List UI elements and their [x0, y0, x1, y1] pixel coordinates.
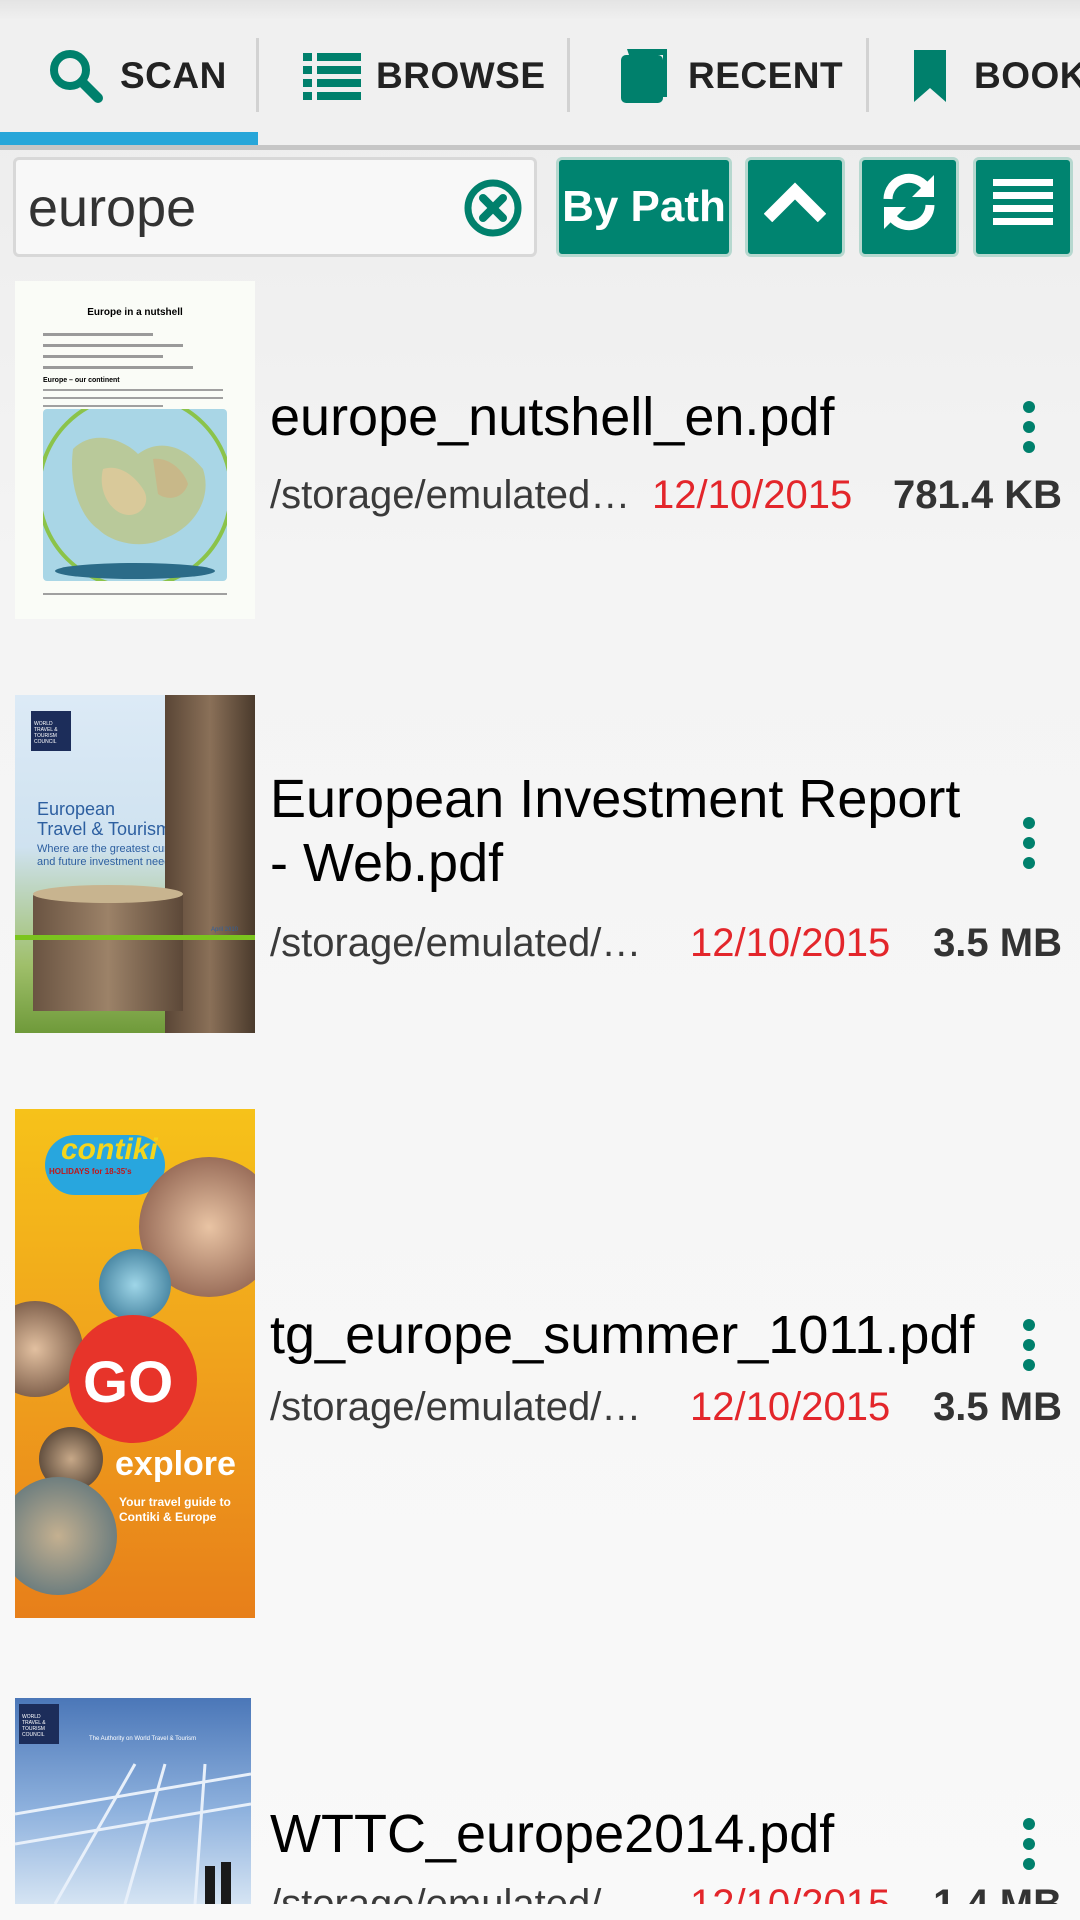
- overflow-menu-icon[interactable]: [1012, 813, 1046, 873]
- thumbnail-text: The Authority on World Travel & Tourism: [89, 1736, 197, 1742]
- list-item[interactable]: WORLD TRAVEL & TOURISM COUNCIL The Autho…: [0, 1698, 1080, 1904]
- sort-by-path-button[interactable]: By Path: [556, 157, 732, 257]
- file-date: 12/10/2015: [652, 473, 853, 517]
- list-menu-icon: [993, 177, 1053, 238]
- thumbnail-text: explore: [115, 1445, 236, 1483]
- overflow-menu-icon[interactable]: [1012, 1814, 1046, 1874]
- file-date: 12/10/2015: [690, 1385, 891, 1429]
- thumbnail-text: Europe – our continent: [43, 377, 120, 384]
- pdf-thumbnail: Europe in a nutshell Europe – our contin…: [15, 281, 255, 619]
- active-tab-indicator: [0, 132, 258, 145]
- overflow-menu-icon[interactable]: [1012, 1315, 1046, 1375]
- thumbnail-text-lines: [43, 389, 223, 407]
- file-meta: /storage/emulated/… 12/10/2015 1.4 MB: [270, 1882, 1070, 1904]
- view-menu-button[interactable]: [973, 157, 1073, 257]
- photo-circle: [99, 1249, 171, 1321]
- tab-divider: [866, 38, 869, 112]
- thumbnail-text: Your travel guide to Contiki & Europe: [119, 1495, 231, 1525]
- tree-stump-image: [33, 891, 183, 1011]
- refresh-button[interactable]: [859, 157, 959, 257]
- search-box: [13, 157, 537, 257]
- wttc-logo: WORLD TRAVEL & TOURISM COUNCIL: [31, 711, 71, 751]
- file-meta: /storage/emulated/… 12/10/2015 3.5 MB: [270, 921, 1070, 975]
- tab-label: RECENT: [688, 55, 844, 96]
- tab-label: BOOKM: [974, 55, 1080, 96]
- file-path: /storage/emulated/…: [270, 1882, 642, 1904]
- thumbnail-text-lines: [43, 333, 223, 369]
- overflow-menu-icon[interactable]: [1012, 397, 1046, 457]
- tab-scan[interactable]: SCAN: [46, 36, 227, 116]
- thumbnail-title-line: Travel & Tourism:: [37, 819, 177, 839]
- tab-bookmarks[interactable]: BOOKM: [900, 36, 1080, 116]
- tab-label: BROWSE: [376, 55, 546, 96]
- file-size: 3.5 MB: [933, 921, 1062, 965]
- photo-circle: [15, 1477, 117, 1595]
- file-name: tg_europe_summer_1011.pdf: [270, 1305, 975, 1365]
- wttc-logo: WORLD TRAVEL & TOURISM COUNCIL: [19, 1704, 59, 1744]
- list-item[interactable]: WORLD TRAVEL & TOURISM COUNCIL European …: [0, 695, 1080, 1035]
- sort-button-label: By Path: [562, 182, 726, 231]
- search-icon: [46, 46, 106, 106]
- file-date: 12/10/2015: [690, 921, 891, 965]
- thumbnail-guide-line: Contiki & Europe: [119, 1510, 217, 1524]
- up-button[interactable]: [745, 157, 845, 257]
- thumbnail-guide-line: Your travel guide to: [119, 1495, 231, 1509]
- thumbnail-text: contiki: [61, 1133, 158, 1166]
- file-path: /storage/emulated/…: [270, 921, 642, 965]
- file-meta: /storage/emulated/… 12/10/2015 3.5 MB: [270, 1385, 1070, 1439]
- tab-browse[interactable]: BROWSE: [302, 36, 546, 116]
- tab-divider: [256, 38, 259, 112]
- chevron-up-icon: [763, 182, 827, 233]
- pdf-thumbnail: WORLD TRAVEL & TOURISM COUNCIL European …: [15, 695, 255, 1033]
- stump-top-image: [33, 885, 183, 903]
- thumbnail-divider: [15, 935, 255, 940]
- book-icon: [614, 46, 674, 106]
- file-size: 781.4 KB: [893, 473, 1062, 517]
- list-icon: [302, 46, 362, 106]
- pdf-thumbnail: WORLD TRAVEL & TOURISM COUNCIL The Autho…: [15, 1698, 251, 1904]
- refresh-icon: [876, 169, 942, 246]
- file-name: europe_nutshell_en.pdf: [270, 387, 835, 447]
- clear-search-icon[interactable]: [462, 177, 524, 239]
- thumbnail-text: Europe in a nutshell: [87, 307, 183, 318]
- europe-map-image: [43, 409, 227, 581]
- thumbnail-text-lines: [43, 593, 227, 595]
- file-size: 3.5 MB: [933, 1385, 1062, 1429]
- list-item[interactable]: contiki HOLIDAYS for 18-35's GO explore …: [0, 1109, 1080, 1619]
- file-size: 1.4 MB: [933, 1882, 1062, 1904]
- tab-divider: [567, 38, 570, 112]
- tab-recent[interactable]: RECENT: [614, 36, 843, 116]
- thumbnail-text: HOLIDAYS for 18-35's: [49, 1167, 132, 1176]
- tab-bar: SCAN BROWSE RECENT BOOKM: [0, 0, 1080, 150]
- thumbnail-text: GO: [83, 1350, 174, 1415]
- pdf-thumbnail: contiki HOLIDAYS for 18-35's GO explore …: [15, 1109, 255, 1618]
- bookmark-icon: [900, 46, 960, 106]
- list-item[interactable]: Europe in a nutshell Europe – our contin…: [0, 281, 1080, 621]
- tab-label: SCAN: [120, 55, 227, 96]
- file-name: European Investment Report - Web.pdf: [270, 769, 961, 893]
- thumbnail-title-line: European: [37, 799, 116, 819]
- terminal-roof-image: [15, 1763, 251, 1904]
- thumbnail-text: April 2010: [211, 927, 239, 933]
- file-path: /storage/emulated/…: [270, 1385, 642, 1429]
- thumbnail-text: European Travel & Tourism:: [37, 799, 176, 839]
- file-date: 12/10/2015: [690, 1882, 891, 1904]
- search-input[interactable]: [28, 170, 458, 246]
- file-name: WTTC_europe2014.pdf: [270, 1804, 835, 1864]
- file-meta: /storage/emulated… 12/10/2015 781.4 KB: [270, 473, 1070, 527]
- file-path: /storage/emulated…: [270, 473, 631, 517]
